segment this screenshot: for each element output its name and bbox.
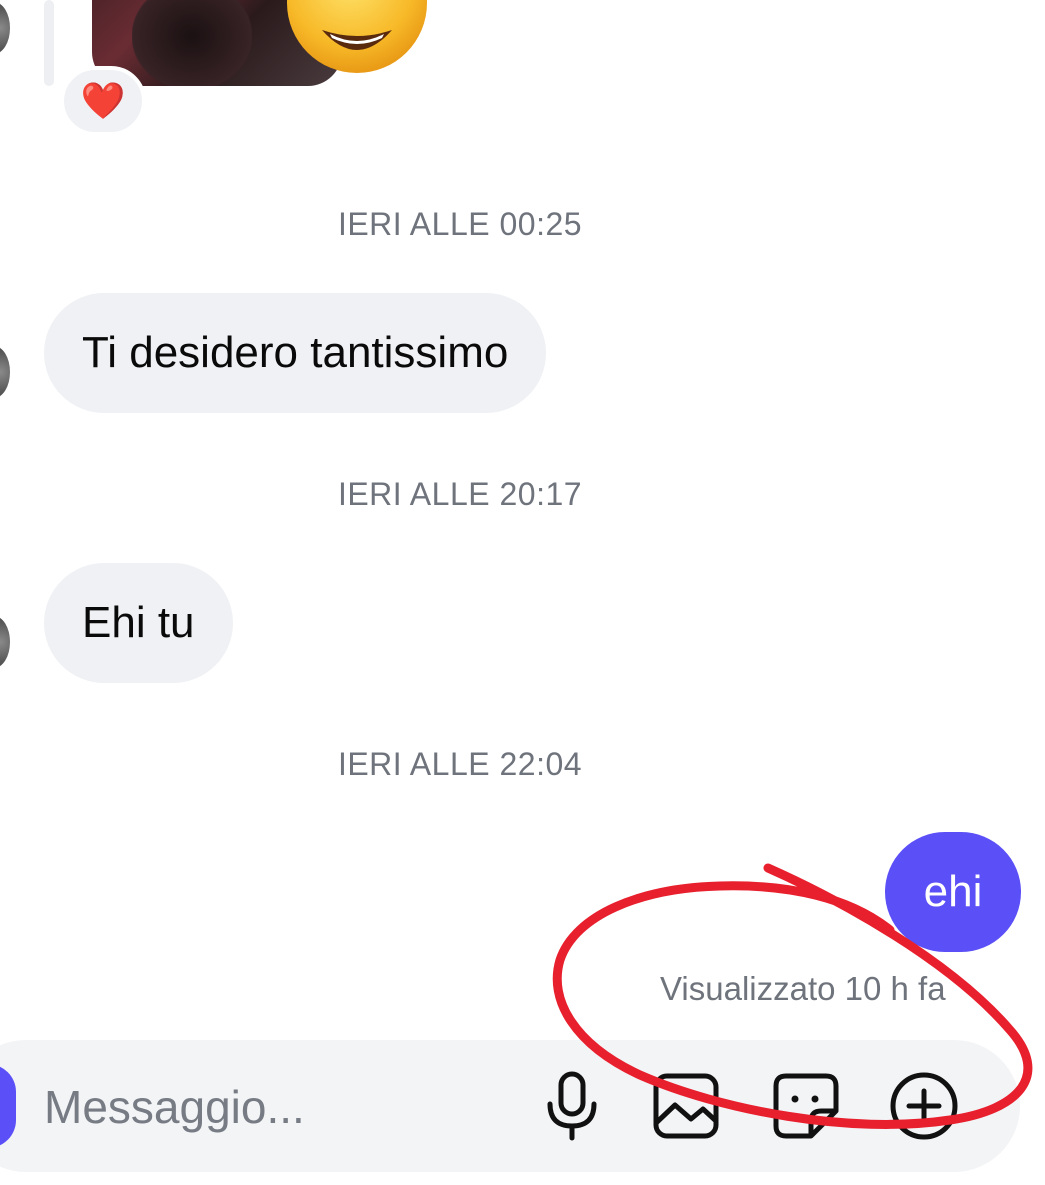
message-timestamp: IERI ALLE 00:25: [337, 206, 583, 242]
heart-reaction-icon: ❤️: [80, 81, 126, 122]
sender-avatar[interactable]: [0, 2, 10, 54]
reaction-badge[interactable]: ❤️: [60, 66, 146, 136]
microphone-icon[interactable]: [536, 1070, 608, 1142]
gallery-icon[interactable]: [650, 1070, 722, 1142]
incoming-message-bubble[interactable]: Ti desidero tantissimo: [44, 293, 547, 413]
seen-status: Visualizzato 10 h fa: [660, 970, 946, 1007]
reply-thread-line: [44, 0, 54, 86]
message-timestamp: IERI ALLE 20:17: [337, 476, 583, 512]
sender-avatar[interactable]: [0, 616, 10, 668]
outgoing-message-bubble[interactable]: ehi: [885, 832, 1021, 952]
sender-avatar[interactable]: [0, 346, 10, 398]
sticker-icon[interactable]: [770, 1070, 842, 1142]
message-input[interactable]: [44, 1072, 514, 1142]
message-timestamp: IERI ALLE 22:04: [337, 746, 583, 782]
heart-eyes-emoji-icon: [287, 0, 427, 73]
incoming-message-bubble[interactable]: Ehi tu: [44, 563, 233, 683]
add-circle-icon[interactable]: [888, 1070, 960, 1142]
